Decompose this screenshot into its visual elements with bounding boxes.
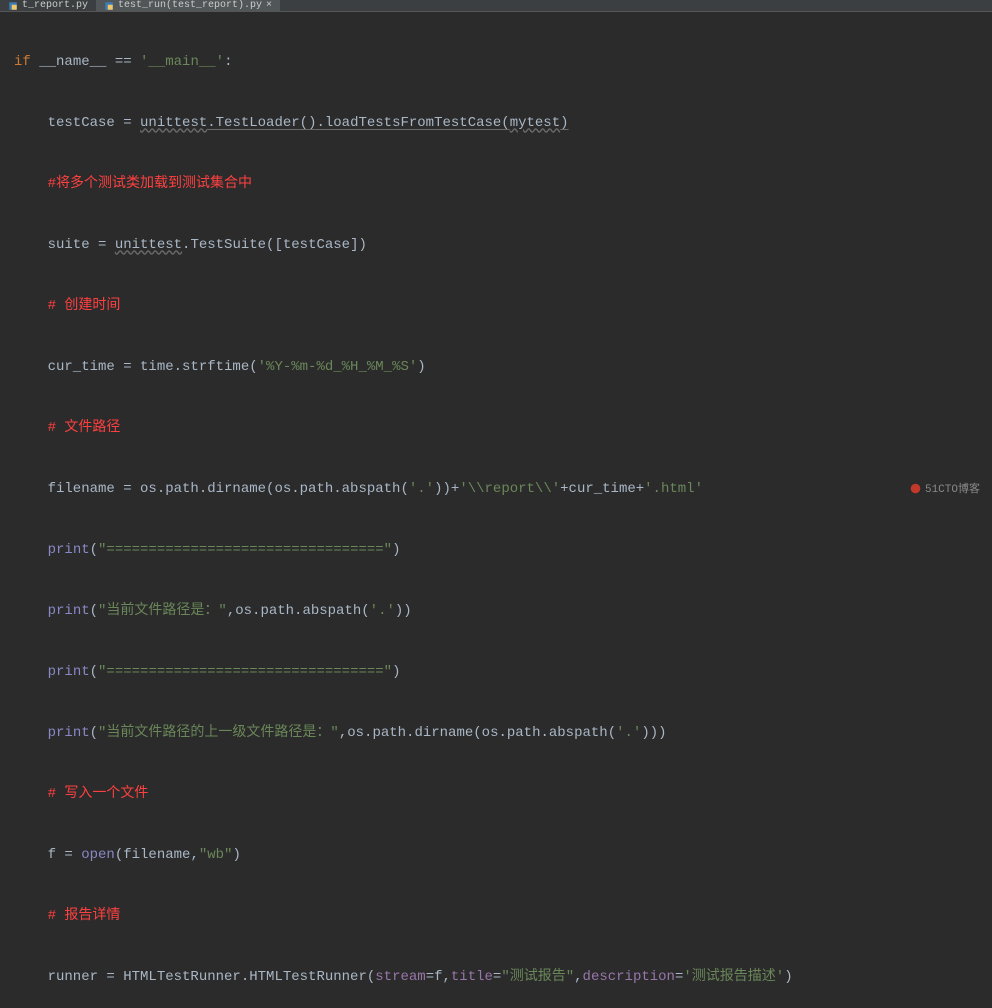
code-line: print("=================================…	[14, 657, 992, 688]
tab-bar: t_report.py test_run(test_report).py ×	[0, 0, 992, 12]
python-file-icon	[104, 1, 114, 11]
editor-tab-active[interactable]: test_run(test_report).py ×	[96, 0, 280, 11]
code-line: #将多个测试类加载到测试集合中	[14, 169, 992, 200]
code-line: print("当前文件路径的上一级文件路径是：",os.path.dirname…	[14, 718, 992, 749]
python-file-icon	[8, 1, 18, 11]
code-line: # 创建时间	[14, 291, 992, 322]
code-line: testCase = unittest.TestLoader().loadTes…	[14, 108, 992, 139]
code-line: print("=================================…	[14, 535, 992, 566]
code-line: print("当前文件路径是：",os.path.abspath('.'))	[14, 596, 992, 627]
code-line: runner = HTMLTestRunner.HTMLTestRunner(s…	[14, 962, 992, 993]
editor-tab[interactable]: t_report.py	[0, 0, 96, 11]
close-icon[interactable]: ×	[266, 0, 272, 11]
code-line: suite = unittest.TestSuite([testCase])	[14, 230, 992, 261]
tab-label: test_run(test_report).py	[118, 0, 262, 11]
code-line: cur_time = time.strftime('%Y-%m-%d_%H_%M…	[14, 352, 992, 383]
watermark: 51CTO博客	[910, 480, 980, 496]
code-line: if __name__ == '__main__':	[14, 47, 992, 78]
code-line: # 报告详情	[14, 901, 992, 932]
code-editor[interactable]: if __name__ == '__main__': testCase = un…	[0, 12, 992, 1008]
blog-icon	[910, 483, 921, 494]
tab-label: t_report.py	[22, 0, 88, 11]
code-line: f = open(filename,"wb")	[14, 840, 992, 871]
code-line: # 文件路径	[14, 413, 992, 444]
code-line: # 写入一个文件	[14, 779, 992, 810]
code-line: filename = os.path.dirname(os.path.abspa…	[14, 474, 992, 505]
